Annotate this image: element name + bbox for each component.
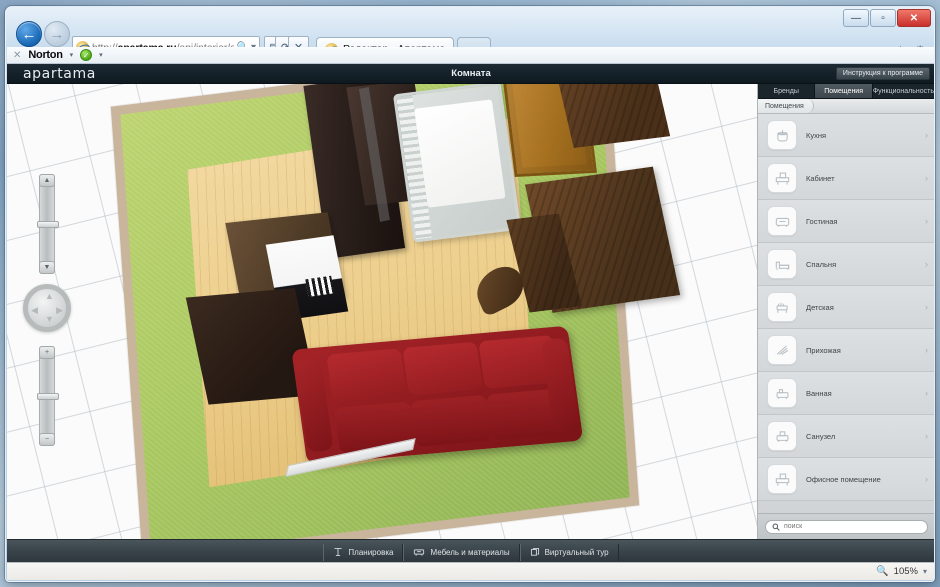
norton-toolbar: ✕ Norton ▾ ✓ ▾ (7, 47, 935, 64)
list-item-nursery[interactable]: Детская › (758, 286, 935, 329)
right-sidebar: Бренды Помещения Функциональность Помеще… (757, 84, 935, 539)
list-item-bedroom[interactable]: Спальня › (758, 243, 935, 286)
chevron-right-icon[interactable]: › (925, 388, 928, 398)
chevron-right-icon[interactable]: › (925, 345, 928, 355)
list-item-label: Спальня (806, 260, 916, 269)
chevron-right-icon[interactable]: › (925, 259, 928, 269)
zoom-level-label: 105% (894, 566, 918, 577)
sidebar-search-area (758, 513, 935, 539)
norton-status-chevron-down-icon[interactable]: ▾ (99, 51, 103, 59)
pan-down-icon[interactable]: ▼ (45, 315, 54, 324)
pan-left-icon[interactable]: ◀ (31, 306, 38, 315)
scene-viewport[interactable]: ▲ ▼ ▲ ▼ ◀ ▶ + − (7, 84, 769, 539)
list-item-label: Прихожая (806, 346, 916, 355)
sofa-cushion-2 (402, 342, 483, 396)
zoom-in-icon[interactable]: + (39, 346, 55, 359)
search-input[interactable] (784, 523, 921, 530)
zoom-chevron-down-icon[interactable]: ▾ (923, 567, 927, 576)
browser-navigation-row: ← → http://apartama.ru/api/interier/edit… (6, 21, 934, 47)
furniture-materials-button-label: Мебель и материалы (430, 548, 509, 557)
zoom-slider[interactable]: + − (39, 346, 55, 446)
tab-brands[interactable]: Бренды (758, 84, 815, 98)
chevron-right-icon[interactable]: › (925, 130, 928, 140)
page-title: Комната (7, 68, 935, 79)
search-box[interactable] (765, 520, 928, 534)
floorplan-icon (333, 547, 343, 557)
norton-brand-label: Norton (28, 49, 62, 61)
green-check-icon: ✓ (80, 49, 92, 61)
furniture-icon (413, 547, 425, 557)
tilt-slider[interactable]: ▲ ▼ (39, 174, 55, 274)
office-room-icon (767, 464, 797, 494)
tab-functionality[interactable]: Функциональность (873, 84, 935, 98)
list-item-label: Детская (806, 303, 916, 312)
norton-close-icon[interactable]: ✕ (13, 50, 21, 61)
virtual-tour-button[interactable]: Виртуальный тур (520, 544, 619, 561)
toilet-icon (767, 421, 797, 451)
bathtub-icon (767, 378, 797, 408)
chevron-right-icon[interactable]: › (925, 431, 928, 441)
app-header: apartama Комната Инструкция к программе (7, 64, 935, 84)
list-item-living-room[interactable]: Гостиная › (758, 200, 935, 243)
chevron-right-icon[interactable]: › (925, 474, 928, 484)
forward-arrow-icon[interactable]: → (44, 21, 70, 47)
search-icon (772, 523, 780, 531)
furniture-red-sofa[interactable] (291, 326, 583, 465)
list-item-label: Офисное помещение (806, 475, 916, 484)
sofa-icon (767, 206, 797, 236)
bottom-toolbar: Планировка Мебель и материалы Виртуальны… (7, 539, 935, 564)
browser-status-bar: 🔍 105% ▾ (7, 562, 935, 580)
pan-up-icon[interactable]: ▲ (45, 292, 54, 301)
pan-control[interactable]: ▲ ▼ ◀ ▶ (23, 284, 71, 332)
virtual-tour-icon (530, 547, 540, 557)
floorplan-button[interactable]: Планировка (323, 544, 403, 561)
virtual-tour-button-label: Виртуальный тур (545, 548, 609, 557)
sofa-cushion-1 (326, 348, 407, 402)
chevron-right-icon[interactable]: › (925, 173, 928, 183)
tilt-slider-knob[interactable] (37, 221, 59, 228)
list-item-kitchen[interactable]: Кухня › (758, 114, 935, 157)
zoom-icon[interactable]: 🔍 (876, 566, 888, 577)
chevron-right-icon[interactable]: › (925, 216, 928, 226)
breadcrumb-item-rooms[interactable]: Помещения (758, 99, 814, 113)
list-item-office[interactable]: Офисное помещение › (758, 458, 935, 501)
panel-stripes (305, 276, 334, 297)
list-item-label: Санузел (806, 432, 916, 441)
list-item-label: Кабинет (806, 174, 916, 183)
breadcrumb: Помещения (758, 99, 935, 114)
list-item-bathroom[interactable]: Ванная › (758, 372, 935, 415)
tilt-down-icon[interactable]: ▼ (39, 261, 55, 274)
browser-window: — ▫ ✕ ← → http://apartama.ru/api/interie… (5, 6, 935, 582)
list-item-label: Гостиная (806, 217, 916, 226)
room-category-list[interactable]: Кухня › Кабинет › (758, 114, 935, 513)
list-item-label: Кухня (806, 131, 916, 140)
back-arrow-icon[interactable]: ← (16, 21, 42, 47)
norton-brand-chevron-down-icon[interactable]: ▾ (70, 51, 74, 59)
apartama-app: apartama Комната Инструкция к программе (7, 64, 935, 564)
bed-icon (767, 249, 797, 279)
tab-rooms[interactable]: Помещения (815, 84, 872, 98)
crib-icon (767, 292, 797, 322)
help-button[interactable]: Инструкция к программе (836, 67, 930, 80)
chevron-right-icon[interactable]: › (925, 302, 928, 312)
kitchen-icon (767, 120, 797, 150)
room-3d-model (111, 84, 639, 539)
zoom-out-icon[interactable]: − (39, 433, 55, 446)
tilt-up-icon[interactable]: ▲ (39, 174, 55, 187)
sofa-seat-2 (410, 395, 492, 447)
floorplan-button-label: Планировка (348, 548, 393, 557)
hallway-icon (767, 335, 797, 365)
furniture-materials-button[interactable]: Мебель и материалы (403, 544, 519, 561)
list-item-study[interactable]: Кабинет › (758, 157, 935, 200)
crib-mattress (414, 99, 505, 207)
furniture-crib[interactable] (393, 84, 521, 243)
list-item-hallway[interactable]: Прихожая › (758, 329, 935, 372)
screen: — ▫ ✕ ← → http://apartama.ru/api/interie… (0, 0, 940, 587)
list-item-label: Ванная (806, 389, 916, 398)
list-item-wc[interactable]: Санузел › (758, 415, 935, 458)
sidebar-tabs: Бренды Помещения Функциональность (758, 84, 935, 99)
pan-right-icon[interactable]: ▶ (56, 306, 63, 315)
office-desk-icon (767, 163, 797, 193)
zoom-slider-knob[interactable] (37, 393, 59, 400)
